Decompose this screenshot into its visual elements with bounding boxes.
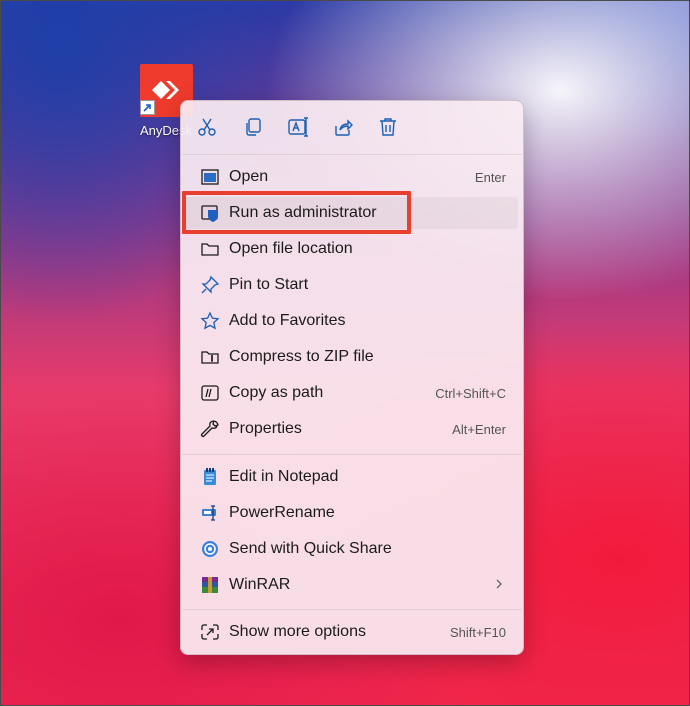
context-menu: Open Enter Run as administrator Open fil… (180, 100, 524, 655)
path-icon (200, 383, 220, 403)
share-icon[interactable] (332, 116, 354, 138)
notepad-icon (200, 467, 220, 487)
menu-item-add-to-favorites[interactable]: Add to Favorites (185, 305, 518, 337)
menu-item-pin-to-start[interactable]: Pin to Start (185, 269, 518, 301)
context-menu-toolbar (181, 101, 523, 153)
menu-item-winrar[interactable]: WinRAR (185, 569, 518, 601)
menu-item-copy-as-path[interactable]: Copy as path Ctrl+Shift+C (185, 377, 518, 409)
highlight-annotation (182, 191, 411, 234)
copy-icon[interactable] (242, 116, 264, 138)
powerrename-icon (200, 503, 220, 523)
folder-icon (200, 239, 220, 259)
menu-item-open-file-location[interactable]: Open file location (185, 233, 518, 265)
menu-divider (182, 454, 522, 455)
more-options-icon (200, 622, 220, 642)
pin-icon (200, 275, 220, 295)
zip-folder-icon (200, 347, 220, 367)
winrar-icon (200, 575, 220, 595)
menu-divider (182, 154, 522, 155)
menu-divider (182, 609, 522, 610)
rename-icon[interactable] (287, 116, 309, 138)
delete-icon[interactable] (377, 116, 399, 138)
quick-share-icon (200, 539, 220, 559)
cut-icon[interactable] (196, 116, 218, 138)
menu-item-edit-in-notepad[interactable]: Edit in Notepad (185, 461, 518, 493)
shortcut-arrow-icon (140, 100, 155, 115)
menu-item-open[interactable]: Open Enter (185, 161, 518, 193)
wrench-icon (200, 419, 220, 439)
chevron-right-icon (494, 577, 504, 596)
menu-item-properties[interactable]: Properties Alt+Enter (185, 413, 518, 445)
menu-item-compress-to-zip[interactable]: Compress to ZIP file (185, 341, 518, 373)
menu-item-powerrename[interactable]: PowerRename (185, 497, 518, 529)
menu-item-send-with-quick-share[interactable]: Send with Quick Share (185, 533, 518, 565)
open-window-icon (200, 167, 220, 187)
star-icon (200, 311, 220, 331)
menu-item-show-more-options[interactable]: Show more options Shift+F10 (185, 616, 518, 648)
